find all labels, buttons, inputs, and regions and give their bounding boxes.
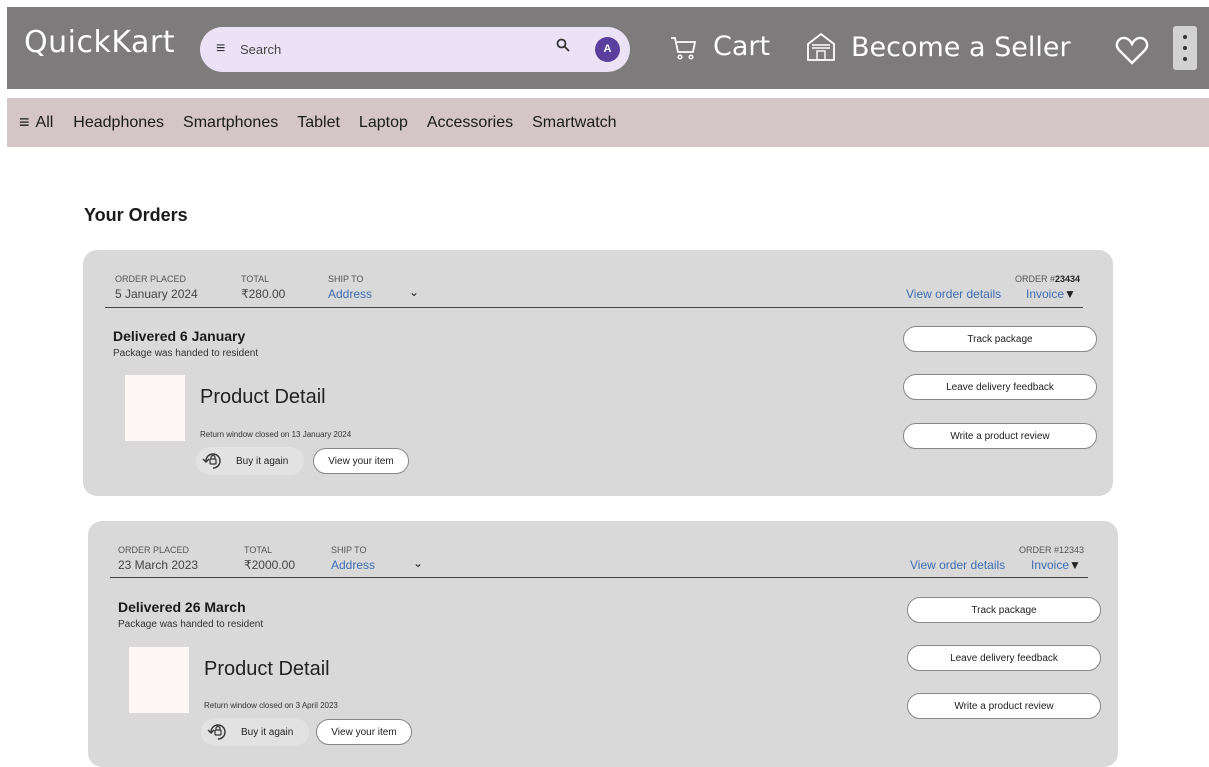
- search-input[interactable]: [240, 38, 540, 60]
- search-icon[interactable]: [556, 38, 570, 57]
- return-window-note: Return window closed on 3 April 2023: [204, 701, 338, 710]
- write-product-review-button[interactable]: Write a product review: [903, 423, 1097, 449]
- delivery-status: Delivered 26 March: [118, 599, 246, 615]
- invoice-link[interactable]: Invoice▼: [1031, 558, 1081, 572]
- order-card: ORDER PLACED 23 March 2023 TOTAL ₹2000.0…: [88, 521, 1118, 767]
- top-bar: QuickKart ≡ A Cart Become a Seller: [7, 7, 1209, 89]
- divider: [110, 577, 1088, 578]
- menu-icon: ≡: [19, 112, 30, 132]
- track-package-button[interactable]: Track package: [903, 326, 1097, 352]
- reorder-icon: [207, 724, 226, 740]
- cart-icon: [671, 36, 697, 60]
- buy-again-button[interactable]: Buy it again: [201, 718, 309, 746]
- order-placed-label: ORDER PLACED: [115, 274, 187, 284]
- cart-label: Cart: [713, 31, 771, 62]
- chevron-down-icon: ▼: [1064, 287, 1076, 301]
- search-bar[interactable]: ≡ A: [200, 27, 630, 72]
- buy-again-label: Buy it again: [236, 455, 289, 467]
- category-accessories[interactable]: Accessories: [427, 114, 513, 132]
- chevron-down-icon[interactable]: ⌄: [413, 556, 423, 570]
- ship-to-address-link[interactable]: Address: [328, 287, 372, 301]
- product-title[interactable]: Product Detail: [204, 658, 330, 681]
- product-title[interactable]: Product Detail: [200, 386, 326, 409]
- logo[interactable]: QuickKart: [24, 25, 175, 60]
- leave-delivery-feedback-button[interactable]: Leave delivery feedback: [903, 374, 1097, 400]
- order-number: ORDER #23434: [1014, 274, 1080, 284]
- ship-to-label: SHIP TO: [328, 274, 364, 284]
- category-all-label: All: [35, 113, 54, 131]
- buy-again-label: Buy it again: [241, 726, 294, 738]
- store-icon: [807, 32, 835, 61]
- delivery-status: Delivered 6 January: [113, 328, 246, 344]
- view-order-details-link[interactable]: View order details: [906, 287, 1001, 301]
- delivery-substatus: Package was handed to resident: [113, 348, 259, 359]
- leave-delivery-feedback-button[interactable]: Leave delivery feedback: [907, 645, 1101, 671]
- order-placed-value: 5 January 2024: [115, 287, 198, 301]
- return-window-note: Return window closed on 13 January 2024: [200, 430, 352, 439]
- chevron-down-icon: ▼: [1069, 558, 1081, 572]
- ship-to-address-link[interactable]: Address: [331, 558, 375, 572]
- product-thumbnail[interactable]: [129, 647, 189, 713]
- category-smartphones[interactable]: Smartphones: [183, 114, 278, 132]
- chevron-down-icon[interactable]: ⌄: [409, 285, 419, 299]
- total-label: TOTAL: [241, 274, 270, 284]
- category-laptop[interactable]: Laptop: [359, 114, 408, 132]
- view-order-details-link[interactable]: View order details: [910, 558, 1005, 572]
- heart-icon[interactable]: [1115, 36, 1149, 66]
- category-headphones[interactable]: Headphones: [73, 114, 164, 132]
- write-product-review-button[interactable]: Write a product review: [907, 693, 1101, 719]
- more-vertical-icon[interactable]: [1173, 26, 1197, 70]
- become-seller-link[interactable]: Become a Seller: [805, 31, 1071, 63]
- total-value: ₹280.00: [241, 287, 286, 301]
- view-your-item-button[interactable]: View your item: [316, 719, 412, 745]
- product-thumbnail[interactable]: [125, 375, 185, 441]
- track-package-button[interactable]: Track package: [907, 597, 1101, 623]
- category-smartwatch[interactable]: Smartwatch: [532, 114, 616, 132]
- divider: [105, 307, 1083, 308]
- category-all[interactable]: ≡ All: [19, 112, 53, 133]
- invoice-link[interactable]: Invoice▼: [1026, 287, 1076, 301]
- total-label: TOTAL: [244, 545, 273, 555]
- seller-label: Become a Seller: [851, 31, 1071, 63]
- order-card: ORDER PLACED 5 January 2024 TOTAL ₹280.0…: [83, 250, 1113, 496]
- cart-link[interactable]: Cart: [669, 31, 770, 62]
- view-your-item-button[interactable]: View your item: [313, 448, 409, 474]
- order-placed-value: 23 March 2023: [118, 558, 199, 572]
- order-number: ORDER #12343: [1018, 545, 1084, 555]
- reorder-icon: [202, 453, 221, 469]
- delivery-substatus: Package was handed to resident: [118, 619, 264, 630]
- buy-again-button[interactable]: Buy it again: [196, 447, 304, 475]
- category-bar: ≡ All Headphones Smartphones Tablet Lapt…: [7, 98, 1209, 147]
- category-tablet[interactable]: Tablet: [297, 114, 340, 132]
- total-value: ₹2000.00: [244, 558, 296, 572]
- menu-icon[interactable]: ≡: [216, 40, 225, 58]
- ship-to-label: SHIP TO: [331, 545, 367, 555]
- order-placed-label: ORDER PLACED: [118, 545, 190, 555]
- page-title: Your Orders: [84, 205, 188, 225]
- avatar[interactable]: A: [595, 37, 620, 62]
